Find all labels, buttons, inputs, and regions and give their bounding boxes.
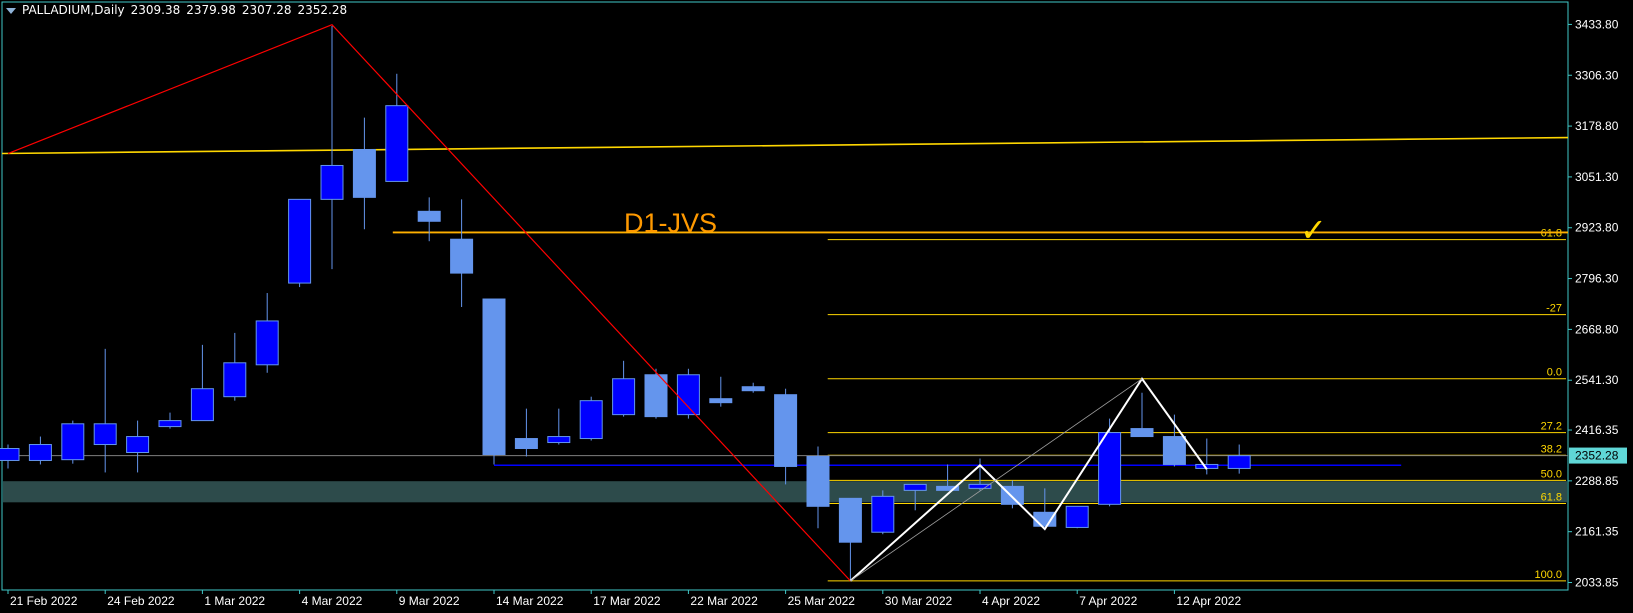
candle-body — [255, 320, 279, 366]
checkmark-icon: ✓ — [1300, 211, 1327, 249]
candle-body — [288, 198, 312, 284]
candle-body — [547, 436, 571, 444]
candle-body — [417, 210, 441, 222]
candle-body — [709, 398, 733, 404]
time-tick-label: 1 Mar 2022 — [204, 594, 265, 608]
open-value: 2309.38 — [130, 3, 181, 17]
price-tick-label: 3051.30 — [1575, 170, 1619, 184]
candle-body — [158, 420, 182, 428]
time-tick-label: 9 Mar 2022 — [399, 594, 460, 608]
time-tick-label: 21 Feb 2022 — [10, 594, 78, 608]
low-value: 2307.28 — [241, 3, 292, 17]
candle-body — [223, 362, 247, 398]
time-tick-label: 17 Mar 2022 — [593, 594, 661, 608]
price-tick-label: 2923.80 — [1575, 221, 1619, 235]
candle-body — [903, 483, 927, 491]
fib-level-label: 27.2 — [1541, 421, 1562, 433]
candle-body — [190, 388, 214, 422]
candle-body — [806, 455, 830, 507]
price-tick-label: 2796.30 — [1575, 272, 1619, 286]
time-tick-label: 30 Mar 2022 — [885, 594, 953, 608]
candle-body — [676, 374, 700, 416]
candle-body — [1065, 505, 1089, 528]
fib-level-label: -27 — [1546, 303, 1562, 315]
close-value: 2352.28 — [297, 3, 348, 17]
price-tick-label: 2541.30 — [1575, 373, 1619, 387]
candle-body — [126, 436, 150, 453]
candle-body — [514, 438, 538, 450]
candle-body — [352, 149, 376, 198]
fib-level-label: 50.0 — [1541, 468, 1562, 480]
candle-body — [320, 164, 344, 200]
fib-level-label: 100.0 — [1534, 569, 1562, 581]
candle-body — [871, 495, 895, 533]
candle-body — [774, 394, 798, 467]
time-tick-label: 24 Feb 2022 — [107, 594, 175, 608]
fib-level-label: 61.8 — [1541, 228, 1562, 240]
candle-body — [612, 378, 636, 416]
price-tick-label: 2416.35 — [1575, 423, 1619, 437]
candle-body — [93, 423, 117, 446]
candle-body — [385, 105, 409, 182]
candle-body — [482, 298, 506, 455]
price-tick-label: 2033.85 — [1575, 576, 1619, 590]
time-tick-label: 22 Mar 2022 — [690, 594, 758, 608]
candle-body — [0, 448, 20, 461]
time-tick-label: 12 Apr 2022 — [1176, 594, 1241, 608]
time-axis: 21 Feb 2022 24 Feb 2022 1 Mar 2022 4 Mar 20… — [7, 590, 1241, 608]
price-tick-label: 2288.85 — [1575, 474, 1619, 488]
candle-body — [968, 483, 992, 489]
candle-body — [450, 238, 474, 274]
price-tick-label: 3433.80 — [1575, 17, 1619, 31]
price-tick-label: 3306.30 — [1575, 68, 1619, 82]
time-tick-label: 4 Mar 2022 — [302, 594, 363, 608]
support-zone-band — [3, 481, 1567, 503]
time-tick-label: 25 Mar 2022 — [788, 594, 856, 608]
current-price-label: 2352.28 — [1575, 449, 1619, 463]
time-tick-label: 4 Apr 2022 — [982, 594, 1040, 608]
high-value: 2379.98 — [186, 3, 236, 17]
time-tick-label: 7 Apr 2022 — [1079, 594, 1137, 608]
candle-body — [1227, 455, 1251, 469]
dropdown-arrow-icon[interactable] — [6, 7, 16, 14]
candle-body — [1130, 428, 1154, 438]
symbol-label: PALLADIUM,Daily — [22, 3, 125, 17]
price-axis: 3433.80 3306.30 3178.80 3051.30 2923.80 2796.… — [1568, 17, 1627, 590]
price-tick-label: 2668.80 — [1575, 322, 1619, 336]
price-tick-label: 3178.80 — [1575, 119, 1619, 133]
annotation-label: D1-JVS — [624, 208, 717, 238]
symbol-info-bar: PALLADIUM,Daily 2309.38 2379.98 2307.28 2352… — [6, 3, 353, 17]
candle-body — [28, 444, 52, 461]
candle-body — [61, 423, 85, 461]
time-tick-label: 14 Mar 2022 — [496, 594, 564, 608]
candle-body — [1162, 436, 1186, 465]
price-tick-label: 2161.35 — [1575, 525, 1619, 539]
candle-body — [741, 386, 765, 392]
fib-level-label: 61.8 — [1541, 492, 1562, 504]
support-zone — [3, 481, 1567, 503]
fib-level-label: 38.2 — [1541, 443, 1562, 455]
price-chart[interactable]: 61.8-270.027.238.250.061.8100.0 3433.803… — [0, 0, 1633, 613]
candle-body — [838, 497, 862, 543]
fib-level-label: 0.0 — [1547, 367, 1562, 379]
candle-body — [579, 400, 603, 440]
candle-body — [1098, 432, 1122, 505]
candle-body — [1033, 511, 1057, 527]
